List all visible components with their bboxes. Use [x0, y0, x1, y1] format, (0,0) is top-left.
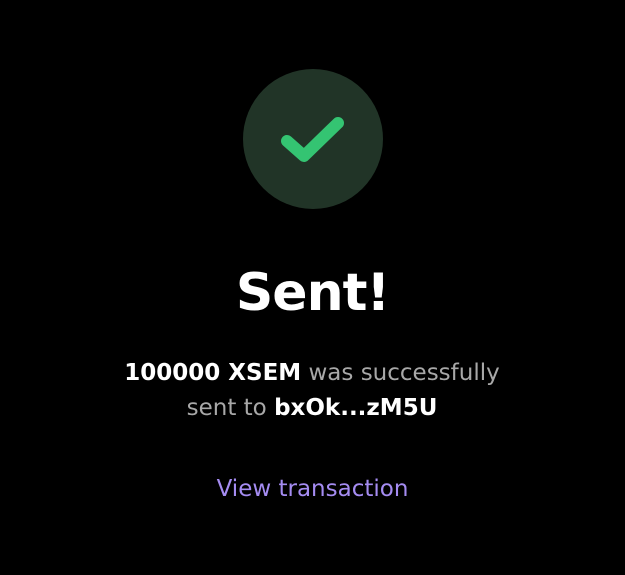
checkmark-icon [281, 117, 344, 162]
page-title: Sent! [235, 263, 390, 323]
sent-amount: 100000 XSEM [124, 360, 302, 386]
view-transaction-link[interactable]: View transaction [217, 476, 409, 502]
success-badge [243, 69, 383, 209]
view-transaction-link-wrapper: View transaction [0, 474, 625, 504]
success-message: 100000 XSEM was successfully sent to bxO… [112, 356, 512, 426]
recipient-address: bxOk...zM5U [274, 395, 438, 421]
transaction-sent-screen: Sent! 100000 XSEM was successfully sent … [0, 0, 625, 575]
